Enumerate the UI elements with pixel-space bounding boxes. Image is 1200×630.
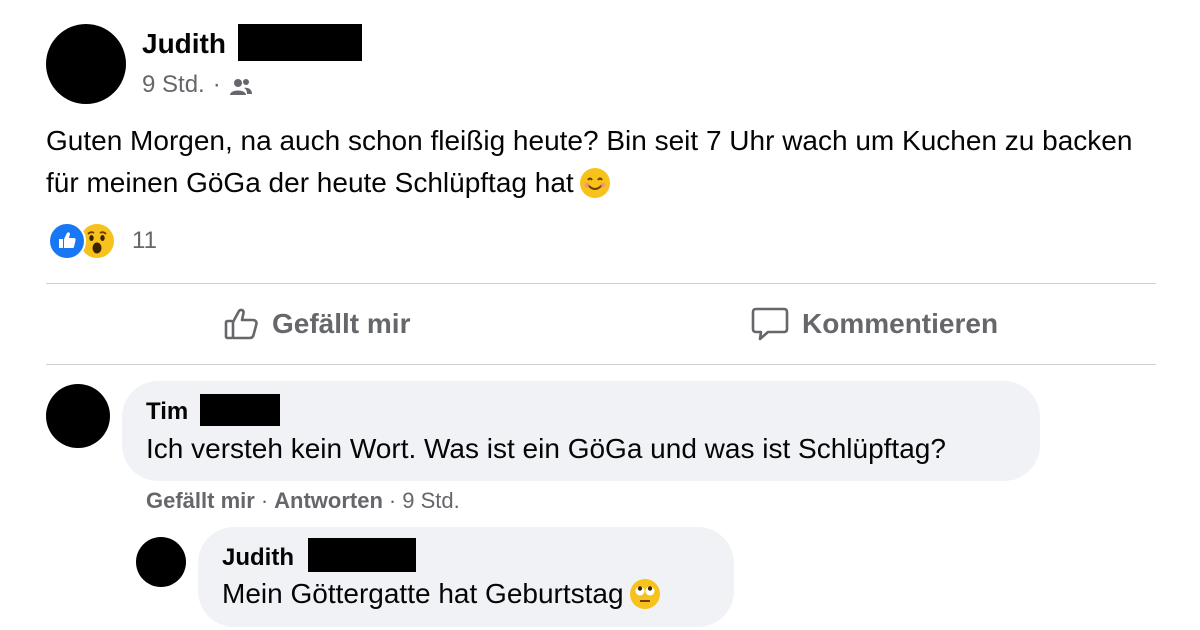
- comment-reply-link[interactable]: Antworten: [274, 488, 383, 513]
- like-reaction-icon: [48, 222, 86, 260]
- smiling-face-icon: [579, 167, 610, 198]
- comment-button[interactable]: Kommentieren: [750, 296, 998, 352]
- post-timestamp[interactable]: 9 Std.: [142, 70, 205, 100]
- post-author-avatar[interactable]: [46, 24, 126, 104]
- commenter-avatar[interactable]: [46, 384, 110, 448]
- comment-like-link[interactable]: Gefällt mir: [146, 488, 255, 513]
- separator: ·: [388, 488, 397, 513]
- redacted-surname: [308, 538, 416, 572]
- meta-separator: ·: [212, 71, 221, 98]
- post-body: Guten Morgen, na auch schon fleißig heut…: [46, 120, 1156, 204]
- reply-author-name[interactable]: Judith: [222, 542, 294, 574]
- facebook-post: Judith 9 Std. · Guten Morgen, na auch sc…: [0, 0, 1200, 630]
- reply-text: Mein Göttergatte hat Geburtstag: [222, 578, 624, 609]
- thumbs-up-icon: [224, 308, 258, 340]
- separator: ·: [260, 488, 269, 513]
- comment-timestamp[interactable]: 9 Std.: [402, 488, 459, 513]
- friends-icon[interactable]: [229, 75, 253, 95]
- redacted-surname: [200, 394, 280, 426]
- eye-roll-face-icon: [629, 578, 660, 609]
- reaction-summary[interactable]: 11: [48, 222, 157, 260]
- like-button[interactable]: Gefällt mir: [222, 296, 410, 352]
- like-button-label: Gefällt mir: [272, 308, 411, 339]
- reply-author-avatar[interactable]: [136, 537, 186, 587]
- redacted-surname: [238, 24, 362, 61]
- commenter-name[interactable]: Tim: [146, 396, 188, 428]
- comment-text: Ich versteh kein Wort. Was ist ein GöGa …: [146, 433, 946, 464]
- reply-body: Mein Göttergatte hat Geburtstag: [222, 575, 660, 613]
- comment-actions: Gefällt mir · Antworten · 9 Std.: [146, 487, 460, 515]
- reaction-count: 11: [132, 227, 157, 254]
- divider: [46, 364, 1156, 365]
- divider: [46, 283, 1156, 284]
- post-author-name[interactable]: Judith: [142, 26, 226, 62]
- comment-button-label: Kommentieren: [802, 308, 999, 339]
- post-meta: 9 Std. ·: [142, 70, 253, 100]
- comment-bubble-icon: [751, 307, 789, 341]
